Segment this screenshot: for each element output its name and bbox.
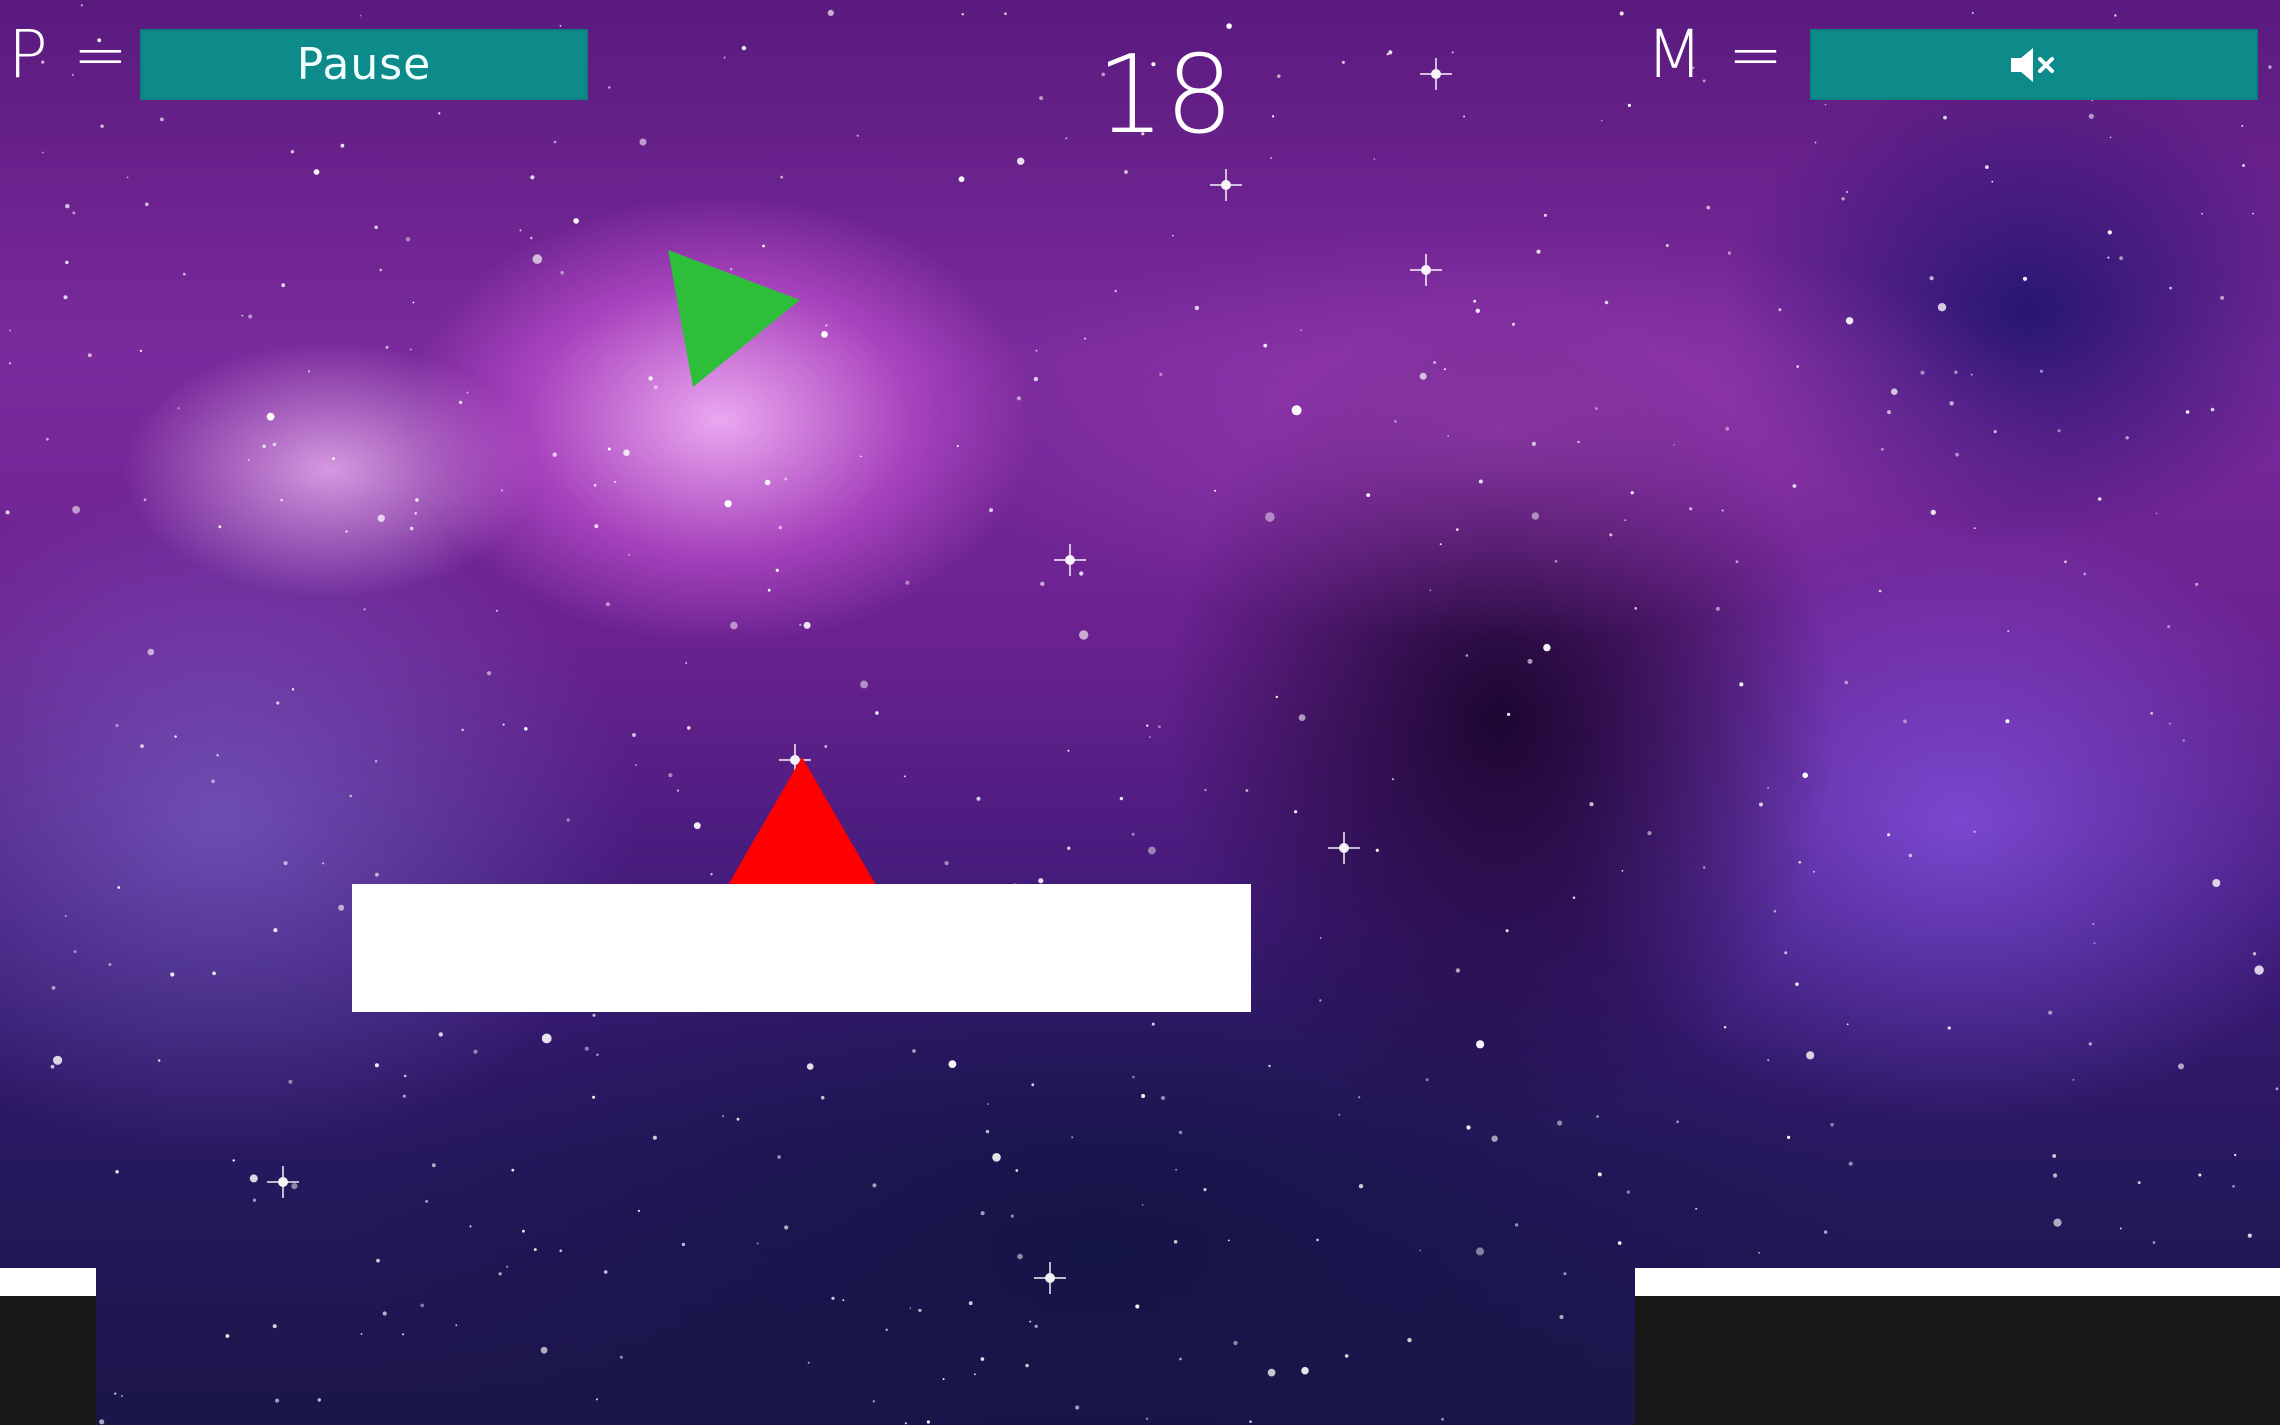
- spike-hazard: [728, 757, 876, 885]
- mute-key-label: M =: [1646, 16, 1786, 93]
- ground-left-top: [0, 1268, 96, 1296]
- ground-left-block: [0, 1296, 96, 1425]
- pause-button-label: Pause: [296, 39, 432, 90]
- mute-button[interactable]: [1810, 29, 2258, 100]
- ground-right-top: [1635, 1268, 2280, 1296]
- score-counter: 18: [1096, 33, 1234, 158]
- pause-key-label: P =: [8, 16, 131, 93]
- pause-button[interactable]: Pause: [140, 29, 588, 100]
- ground-right-block: [1635, 1296, 2280, 1425]
- player-ship: [668, 250, 800, 387]
- speaker-muted-icon: [2011, 47, 2054, 82]
- floating-platform: [352, 884, 1251, 1012]
- starfield-background: [5, 4, 2279, 1425]
